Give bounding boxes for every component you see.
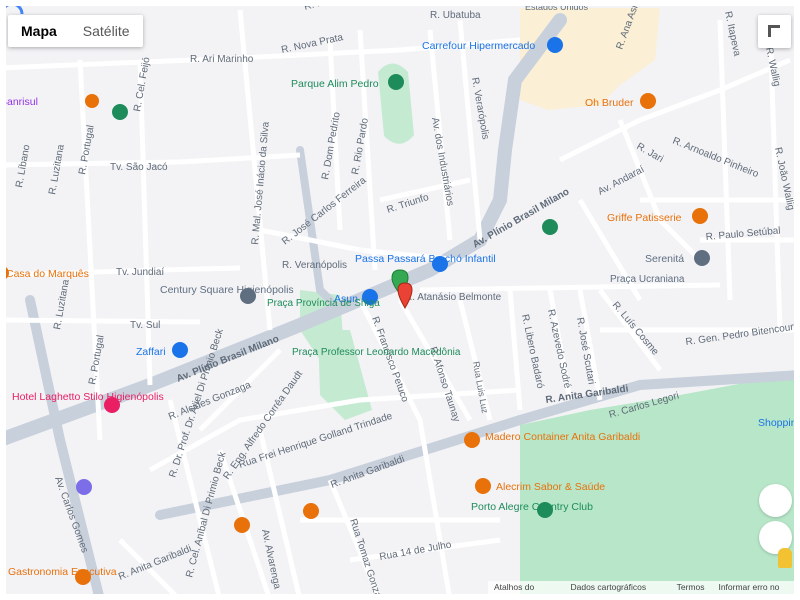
report-error-link[interactable]: Informar erro no mapa bbox=[718, 581, 794, 600]
place-icon[interactable] bbox=[542, 219, 558, 235]
cafe-icon bbox=[640, 93, 656, 109]
restaurant-icon[interactable] bbox=[234, 517, 250, 533]
poi-passa-passara[interactable]: Passa Passará Brechó Infantil bbox=[355, 253, 496, 272]
place-label-praca-leonardo: Praça Professor Leonardo Macedônia bbox=[292, 347, 461, 358]
place-label-estados-unidos: Estados Unidos bbox=[525, 2, 589, 12]
poi-alecrim[interactable]: Alecrim Sabor & Saúde bbox=[475, 478, 605, 494]
keyboard-shortcuts-link[interactable]: Atalhos do teclado bbox=[494, 581, 556, 600]
shopping-cart-icon bbox=[172, 342, 188, 358]
google-logo-icon bbox=[0, 2, 24, 15]
poi-madero[interactable]: Madero Container Anita Garibaldi bbox=[464, 431, 640, 448]
red-marker[interactable] bbox=[397, 282, 413, 309]
svg-text:Hotel Laghetto Stilo Higienópo: Hotel Laghetto Stilo Higienópolis bbox=[12, 391, 164, 403]
place-icon bbox=[694, 250, 710, 266]
fullscreen-icon bbox=[768, 25, 780, 37]
terms-link[interactable]: Termos bbox=[677, 581, 705, 594]
svg-text:Alecrim Sabor & Saúde: Alecrim Sabor & Saúde bbox=[496, 481, 605, 493]
tree-icon bbox=[388, 74, 404, 90]
poi-layer: Carrefour Hipermercado Parque Alim Pedro… bbox=[0, 2, 800, 585]
restaurant-icon bbox=[464, 432, 480, 448]
svg-text:Passa Passará Brechó Infantil: Passa Passará Brechó Infantil bbox=[355, 253, 496, 265]
svg-text:Oh Bruder: Oh Bruder bbox=[585, 97, 634, 109]
svg-text:Serenitá: Serenitá bbox=[645, 253, 684, 265]
poi-hotel-laghetto[interactable]: Hotel Laghetto Stilo Higienópolis bbox=[12, 391, 164, 413]
place-label-praca-ucraniana: Praça Ucraniana bbox=[610, 274, 685, 285]
svg-text:Parque Alim Pedro: Parque Alim Pedro bbox=[291, 78, 379, 90]
map-data-text: Dados cartográficos ©2026 bbox=[570, 582, 647, 600]
restaurant-icon bbox=[475, 478, 491, 494]
bank-icon bbox=[85, 94, 99, 108]
svg-text:Zaffari: Zaffari bbox=[136, 346, 166, 358]
poi-gastronomia[interactable]: Gastronomia Executiva bbox=[8, 566, 117, 585]
poi-banrisul[interactable]: Banrisul bbox=[0, 94, 99, 108]
poi-oh-bruder[interactable]: Oh Bruder bbox=[585, 93, 656, 109]
svg-text:Banrisul: Banrisul bbox=[0, 96, 38, 108]
attribution-bar: Atalhos do teclado Dados cartográficos ©… bbox=[488, 581, 800, 600]
zoom-control bbox=[759, 484, 792, 554]
map-canvas[interactable]: R. Ubatuba R. Nova Prata R. Ari Marinho … bbox=[0, 0, 800, 600]
restaurant-icon[interactable] bbox=[303, 503, 319, 519]
pegman-icon[interactable] bbox=[778, 548, 792, 568]
map-type-option-map[interactable]: Mapa bbox=[8, 15, 70, 47]
map-type-option-satellite[interactable]: Satélite bbox=[70, 15, 143, 47]
poi-country-club[interactable]: Porto Alegre Country Club bbox=[471, 501, 593, 518]
cafe-icon bbox=[692, 208, 708, 224]
svg-text:Carrefour Hipermercado: Carrefour Hipermercado bbox=[422, 40, 535, 52]
place-label-shopping: Shopping bbox=[758, 417, 800, 429]
shopping-cart-icon bbox=[547, 37, 563, 53]
map-type-control: Mapa Satélite bbox=[8, 15, 143, 47]
poi-casa-do-marques[interactable]: Casa do Marquês bbox=[0, 266, 89, 280]
place-icon[interactable] bbox=[76, 479, 92, 495]
poi-griffe-patisserie[interactable]: Griffe Patisserie bbox=[607, 208, 708, 224]
zoom-in-button[interactable] bbox=[759, 484, 792, 517]
place-label-praca-shiga: Praça Província de Shiga bbox=[267, 298, 380, 309]
place-icon[interactable] bbox=[112, 104, 128, 120]
poi-zaffari[interactable]: Zaffari bbox=[136, 342, 188, 358]
svg-text:Gastronomia Executiva: Gastronomia Executiva bbox=[8, 566, 117, 578]
svg-text:Century Square Higienópolis: Century Square Higienópolis bbox=[160, 284, 294, 296]
svg-text:Casa do Marquês: Casa do Marquês bbox=[6, 268, 89, 280]
poi-serenita[interactable]: Serenitá bbox=[645, 250, 710, 266]
poi-parque-alim-pedro[interactable]: Parque Alim Pedro bbox=[291, 74, 404, 90]
svg-text:Griffe Patisserie: Griffe Patisserie bbox=[607, 212, 682, 224]
svg-text:Madero Container Anita Garibal: Madero Container Anita Garibaldi bbox=[485, 431, 640, 443]
fullscreen-button[interactable] bbox=[758, 15, 791, 48]
svg-text:Porto Alegre Country Club: Porto Alegre Country Club bbox=[471, 501, 593, 513]
poi-carrefour[interactable]: Carrefour Hipermercado bbox=[422, 37, 563, 53]
